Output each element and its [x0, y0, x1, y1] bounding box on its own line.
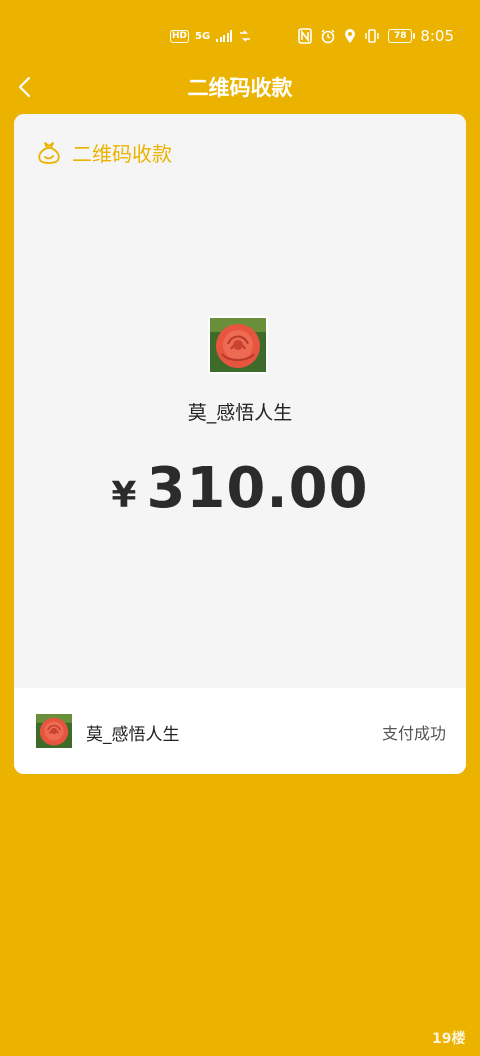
- site-watermark: 19楼: [432, 1028, 466, 1050]
- status-right: 78 8:05: [298, 24, 454, 48]
- payment-record-row[interactable]: 莫_感悟人生 支付成功: [14, 688, 466, 774]
- signal-icon: [216, 30, 233, 42]
- nfc-icon: [298, 28, 313, 44]
- payment-status: 支付成功: [381, 724, 446, 743]
- watermark-logo: 19楼: [432, 1030, 465, 1047]
- card-title: 二维码收款: [72, 142, 172, 166]
- record-avatar: [36, 714, 72, 748]
- rose-avatar: [210, 318, 266, 372]
- record-name: 莫_感悟人生: [86, 725, 180, 745]
- alarm-icon: [321, 29, 335, 44]
- location-icon: [345, 29, 356, 43]
- card-header: 二维码收款: [36, 138, 172, 167]
- vibrate-icon: [365, 29, 380, 43]
- status-bar: HD 5G 78 8:05: [0, 0, 480, 70]
- watermark-text: 19楼: [432, 1030, 465, 1047]
- battery-icon: 78: [388, 29, 416, 43]
- hd-badge: HD: [170, 29, 190, 43]
- amount-display: ¥ 310.00: [14, 456, 466, 521]
- data-transfer-icon: [240, 30, 251, 42]
- money-bag-icon: [38, 141, 60, 164]
- page-title: 二维码收款: [187, 76, 293, 100]
- rose-avatar: [36, 714, 72, 748]
- status-left: HD 5G: [170, 26, 252, 46]
- network-type: 5G: [195, 30, 211, 42]
- amount-value: 310.00: [146, 456, 369, 521]
- payer-avatar: [208, 316, 268, 374]
- payer-name: 莫_感悟人生: [187, 402, 293, 424]
- nav-bar: 二维码收款: [0, 62, 480, 112]
- payment-card: 二维码收款 莫_感悟人生 ¥ 310.00 莫_感悟人生 支付成功: [14, 114, 466, 774]
- clock: 8:05: [420, 27, 454, 45]
- payment-summary: 二维码收款 莫_感悟人生 ¥ 310.00: [14, 114, 466, 688]
- currency-symbol: ¥: [111, 475, 137, 516]
